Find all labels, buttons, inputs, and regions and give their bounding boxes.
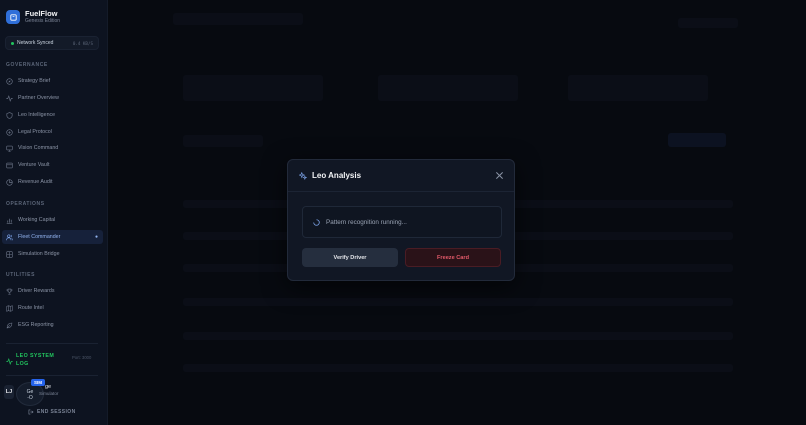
network-rate: 0.4 KB/S — [72, 40, 93, 46]
grid-icon — [6, 250, 13, 258]
users-icon — [6, 234, 13, 241]
sidebar-item-esg-reporting[interactable]: ESG Reporting — [2, 318, 103, 332]
shield-icon — [6, 111, 13, 119]
section-governance: GOVERNANCE — [6, 62, 48, 68]
brand-title: FuelFlow — [25, 9, 58, 18]
sidebar-item-strategy-brief[interactable]: Strategy Brief — [2, 74, 103, 88]
fuel-logo-icon — [6, 10, 20, 24]
sidebar-item-simulation-bridge[interactable]: Simulation Bridge — [2, 247, 103, 261]
pulse-icon — [6, 358, 13, 365]
sidebar: FuelFlow Genesis Edition Network Synced … — [0, 0, 108, 425]
sidebar-item-driver-rewards[interactable]: Driver Rewards — [2, 284, 103, 298]
network-label: Network Synced — [17, 40, 54, 46]
sidebar-item-label: Leo Intelligence — [18, 112, 56, 118]
sidebar-item-label: Partner Overview — [18, 95, 59, 101]
avatar-initials: LJ — [4, 385, 14, 399]
sidebar-item-label: Driver Rewards — [18, 288, 55, 294]
pie-icon — [6, 178, 13, 186]
active-dot-icon: ● — [94, 234, 98, 240]
trophy-icon — [6, 288, 13, 295]
close-icon[interactable] — [495, 171, 504, 180]
network-status: Network Synced 0.4 KB/S — [5, 36, 99, 50]
sidebar-item-route-intel[interactable]: Route Intel — [2, 301, 103, 315]
monitor-icon — [6, 145, 13, 152]
modal-header: Leo Analysis — [288, 160, 514, 192]
user-name: ge — [45, 384, 52, 390]
bar-chart-icon — [6, 217, 13, 224]
sidebar-item-label: ESG Reporting — [18, 322, 54, 328]
freeze-card-button[interactable]: Freeze Card — [405, 248, 501, 267]
sparkle-icon — [299, 171, 307, 180]
modal-title: Leo Analysis — [312, 171, 362, 180]
sidebar-item-label: Route Intel — [18, 305, 44, 311]
analysis-status-text: Pattern recognition running... — [326, 218, 407, 226]
brand[interactable]: FuelFlow Genesis Edition — [6, 9, 60, 25]
sidebar-item-label: Strategy Brief — [18, 78, 51, 84]
leaf-icon — [6, 322, 13, 329]
activity-icon — [6, 94, 13, 102]
status-dot-icon — [11, 41, 14, 45]
section-utilities: UTILITIES — [6, 272, 36, 278]
sidebar-item-label: Revenue Audit — [18, 179, 53, 185]
sidebar-item-leo-intelligence[interactable]: Leo Intelligence — [2, 108, 103, 122]
scale-icon — [6, 128, 13, 136]
leo-analysis-modal: Leo Analysis Pattern recognition running… — [287, 159, 515, 281]
brand-subtitle: Genesis Edition — [25, 18, 61, 24]
sidebar-item-fleet-commander[interactable]: Fleet Commander ● — [2, 230, 103, 244]
system-log[interactable]: LEO SYSTEM LOG Port: 3000 — [6, 352, 98, 372]
sidebar-item-label: Venture Vault — [18, 162, 50, 168]
sidebar-item-legal-protocol[interactable]: Legal Protocol — [2, 125, 103, 139]
analysis-status: Pattern recognition running... — [302, 206, 502, 238]
system-log-port: Port: 3000 — [72, 355, 92, 360]
sidebar-divider — [6, 375, 98, 376]
vault-icon — [6, 162, 13, 169]
sidebar-item-label: Fleet Commander — [18, 234, 61, 240]
sidebar-item-label: Legal Protocol — [18, 129, 52, 135]
sidebar-item-venture-vault[interactable]: Venture Vault — [2, 158, 103, 172]
sim-badge: SIM — [31, 379, 46, 386]
sidebar-item-vision-command[interactable]: Vision Command — [2, 141, 103, 155]
map-icon — [6, 304, 13, 312]
sidebar-item-working-capital[interactable]: Working Capital — [2, 213, 103, 227]
sidebar-item-revenue-audit[interactable]: Revenue Audit — [2, 175, 103, 189]
sidebar-item-partner-overview[interactable]: Partner Overview — [2, 91, 103, 105]
spinner-icon — [313, 218, 320, 226]
end-session-button[interactable]: END SESSION — [28, 409, 76, 415]
system-log-title: LEO SYSTEM LOG — [16, 353, 55, 367]
end-session-label: END SESSION — [37, 409, 76, 415]
sidebar-item-label: Working Capital — [18, 217, 56, 223]
sidebar-item-label: Simulation Bridge — [18, 251, 60, 257]
compass-icon — [6, 77, 13, 85]
sidebar-item-label: Vision Command — [18, 145, 59, 151]
verify-driver-button[interactable]: Verify Driver — [302, 248, 398, 267]
user-role: Simulator — [39, 391, 59, 396]
section-operations: OPERATIONS — [6, 201, 45, 207]
logout-icon — [28, 409, 34, 415]
user-profile[interactable]: LJ Ge -O SIM ge Simulator — [4, 379, 104, 406]
sidebar-divider — [6, 343, 98, 344]
